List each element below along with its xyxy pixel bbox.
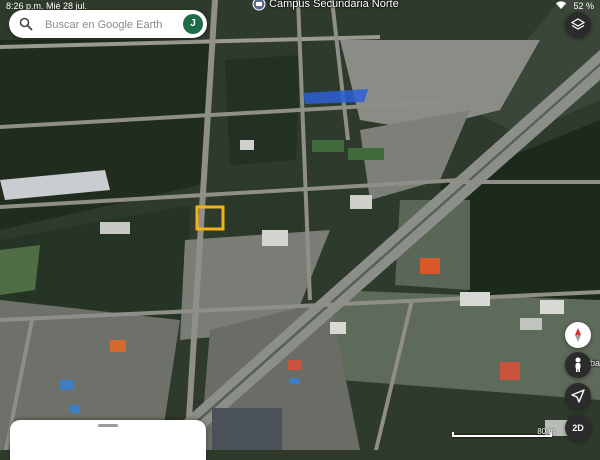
bottom-sheet[interactable] <box>10 420 206 460</box>
layers-button[interactable] <box>565 12 591 38</box>
my-location-icon <box>571 389 585 403</box>
school-pin-icon <box>252 0 266 11</box>
search-icon[interactable] <box>19 17 33 31</box>
scale-bar: 80 m <box>452 427 555 440</box>
compass-icon <box>575 328 581 342</box>
pegman-icon <box>575 357 581 372</box>
search-bar[interactable]: J <box>9 10 207 38</box>
place-label-text: Campus Secundaria Norte <box>269 0 399 10</box>
avatar[interactable]: J <box>183 14 203 34</box>
my-location-button[interactable] <box>565 383 591 409</box>
satellite-map[interactable] <box>0 0 600 450</box>
sheet-drag-handle[interactable] <box>98 424 118 427</box>
street-view-button[interactable] <box>565 352 591 378</box>
layers-icon <box>571 18 585 30</box>
wifi-icon <box>556 1 566 11</box>
compass-button[interactable] <box>565 322 591 348</box>
map-place-label[interactable]: Campus Secundaria Norte <box>252 0 399 11</box>
battery-level: 52 % <box>573 1 594 11</box>
scale-text: 80 m <box>537 427 555 436</box>
view-2d-label: 2D <box>572 423 584 433</box>
search-input[interactable] <box>43 14 177 36</box>
view-2d-button[interactable]: 2D <box>565 415 591 441</box>
map-partial-label: ba <box>590 358 600 368</box>
